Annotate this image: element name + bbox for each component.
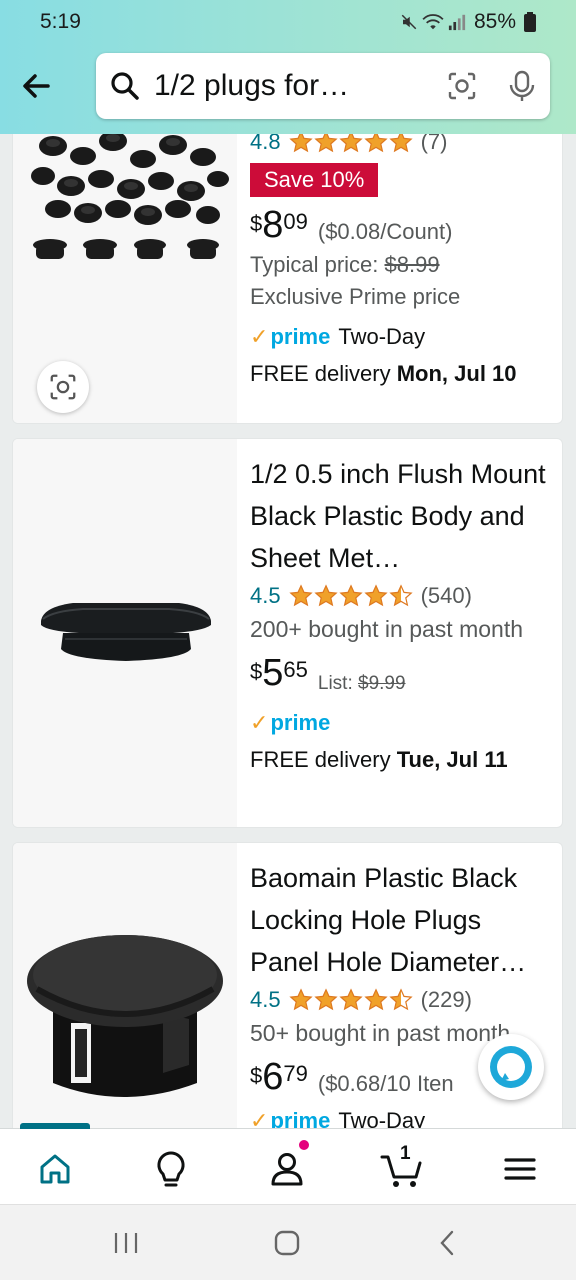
prime-row: ✓ prime Two-Day	[250, 319, 552, 355]
back-chevron-icon	[440, 1230, 454, 1256]
check-icon: ✓	[250, 324, 269, 349]
rating-value: 4.5	[250, 583, 281, 608]
bottom-nav: 1	[0, 1123, 576, 1204]
signal-icon	[448, 14, 466, 31]
account-icon	[271, 1153, 303, 1186]
unit-price: ($0.08/Count)	[317, 219, 453, 244]
nav-account[interactable]	[265, 1147, 309, 1191]
battery-level: 85%	[473, 10, 516, 33]
home-icon	[40, 1154, 70, 1184]
back-arrow-icon[interactable]	[18, 68, 54, 104]
stars	[288, 584, 413, 608]
check-icon: ✓	[250, 710, 269, 735]
bought-count: 200+ bought in past month	[250, 616, 524, 642]
search-icon	[111, 72, 139, 100]
product-title[interactable]: 1/2 0.5 inch Flush Mount Black Plastic B…	[250, 453, 552, 579]
recent-apps-button[interactable]	[106, 1225, 146, 1261]
recent-apps-icon	[114, 1233, 138, 1253]
rating-row[interactable]: 4.5 (540)	[250, 581, 552, 611]
notification-dot	[299, 1140, 309, 1150]
home-button[interactable]	[267, 1225, 307, 1261]
star-icon	[313, 584, 338, 607]
nav-home[interactable]	[33, 1147, 77, 1191]
prime-logo: ✓ prime	[250, 710, 331, 735]
app-header: 5:19 85% 1/2 plugs for…	[0, 0, 576, 134]
back-button[interactable]	[428, 1225, 468, 1261]
rating-value: 4.5	[250, 987, 281, 1012]
rating-row[interactable]: 4.5 (229)	[250, 985, 552, 1015]
product-image[interactable]	[13, 439, 237, 827]
locking-hole-plug-image	[27, 935, 223, 1097]
star-icon	[338, 584, 363, 607]
battery-icon	[524, 12, 536, 32]
search-input[interactable]: 1/2 plugs for…	[154, 69, 438, 103]
exclusive-label: Exclusive Prime price	[250, 284, 461, 309]
microphone-icon[interactable]	[508, 70, 536, 102]
typical-price: Typical price: $8.99	[250, 252, 440, 277]
flush-mount-plug-image	[41, 603, 211, 661]
result-card[interactable]: 4.8 (7) Save 10% $ 8 09 ($0.08/Count) Ty…	[12, 100, 563, 424]
prime-speed: Two-Day	[338, 324, 426, 349]
search-bar[interactable]: 1/2 plugs for…	[96, 53, 550, 119]
status-time: 5:19	[40, 10, 81, 33]
star-icon	[388, 584, 413, 607]
alexa-icon	[490, 1046, 532, 1088]
active-tab-indicator	[20, 1123, 90, 1129]
price: $ 5 65 List: $9.99	[250, 652, 406, 694]
alexa-button[interactable]	[478, 1034, 544, 1100]
camera-lens-icon	[50, 374, 76, 400]
stars	[288, 988, 413, 1012]
result-card[interactable]: Baomain Plastic Black Locking Hole Plugs…	[12, 842, 563, 1142]
camera-lens-icon[interactable]	[446, 70, 478, 102]
result-card[interactable]: 1/2 0.5 inch Flush Mount Black Plastic B…	[12, 438, 563, 828]
star-icon	[363, 988, 388, 1011]
cart-count: 1	[400, 1143, 411, 1164]
system-nav-bar	[0, 1204, 576, 1280]
nav-cart[interactable]: 1	[380, 1143, 424, 1191]
star-icon	[338, 988, 363, 1011]
unit-price: ($0.68/10 Iten	[317, 1071, 454, 1096]
rating-count: (540)	[420, 583, 472, 608]
lightbulb-icon	[157, 1151, 185, 1187]
nav-menu[interactable]	[498, 1147, 542, 1191]
star-icon	[288, 988, 313, 1011]
star-icon	[363, 584, 388, 607]
mute-icon	[401, 14, 417, 30]
prime-row: ✓ prime	[250, 705, 552, 741]
delivery-info: FREE delivery Tue, Jul 11	[250, 747, 508, 772]
list-price: List: $9.99	[317, 673, 406, 694]
rating-count: (229)	[420, 987, 472, 1012]
star-icon	[313, 988, 338, 1011]
save-badge: Save 10%	[250, 163, 379, 197]
visual-search-button[interactable]	[37, 361, 89, 413]
wifi-icon	[422, 14, 444, 30]
product-image[interactable]	[13, 843, 237, 1141]
product-title[interactable]: Baomain Plastic Black Locking Hole Plugs…	[250, 857, 552, 983]
price: $ 8 09 ($0.08/Count)	[250, 204, 453, 246]
hamburger-menu-icon	[504, 1158, 536, 1180]
prime-logo: ✓ prime	[250, 324, 331, 349]
star-icon	[288, 584, 313, 607]
home-circle-icon	[274, 1230, 300, 1256]
status-bar: 5:19 85%	[0, 0, 576, 44]
star-icon	[388, 988, 413, 1011]
delivery-info: FREE delivery Mon, Jul 10	[250, 361, 517, 386]
nav-inspire[interactable]	[149, 1147, 193, 1191]
